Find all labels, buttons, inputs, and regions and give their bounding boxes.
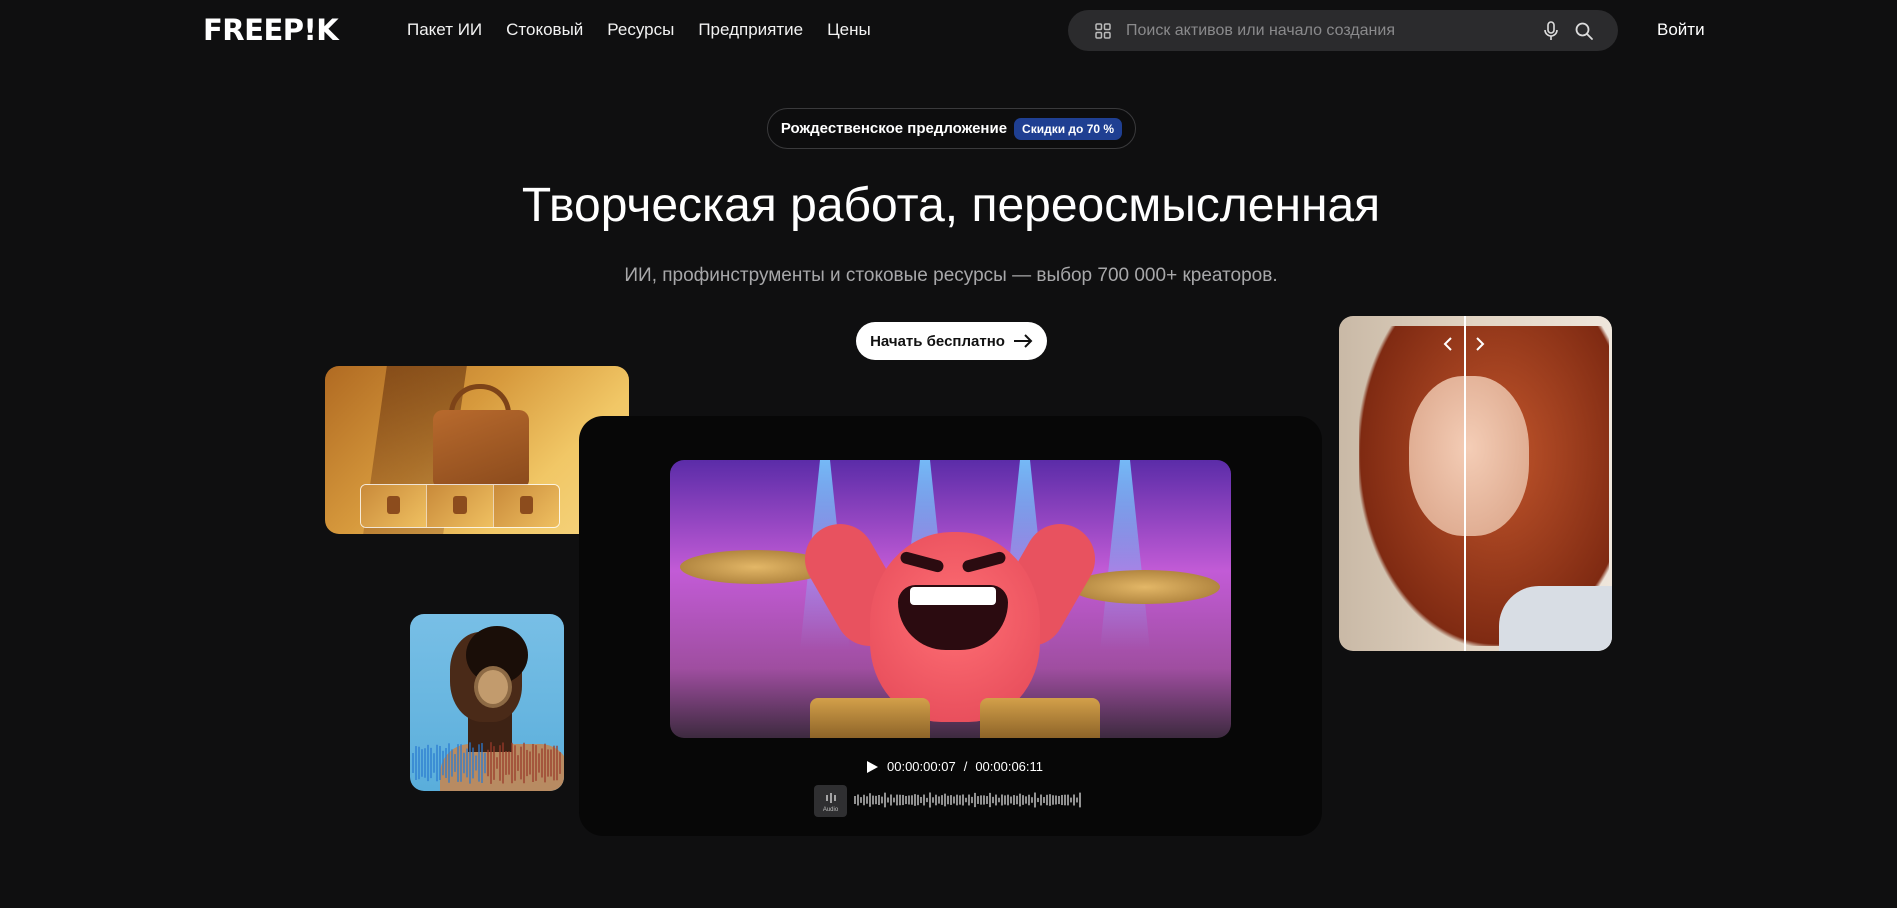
time-separator: /	[963, 759, 968, 774]
thumbnail[interactable]	[493, 485, 559, 527]
player-controls: 00:00:00:07 / 00:00:06:11	[865, 759, 1043, 774]
before-after-card[interactable]	[1339, 316, 1612, 651]
total-time: 00:00:06:11	[975, 759, 1044, 774]
nav-item-ai-suite[interactable]: Пакет ИИ	[407, 19, 482, 41]
thumbnail[interactable]	[361, 485, 428, 527]
grid-icon	[1095, 23, 1111, 39]
monster-teeth	[910, 587, 996, 605]
arrow-right-icon	[1013, 334, 1033, 348]
drum	[810, 698, 930, 738]
compare-slider-handle[interactable]	[1464, 316, 1466, 651]
discount-badge: Скидки до 70 %	[1014, 117, 1123, 140]
main-nav: Пакет ИИ Стоковый Ресурсы Предприятие Це…	[407, 19, 895, 41]
chevron-right-icon[interactable]	[1472, 336, 1488, 352]
stage-light	[1100, 460, 1150, 650]
promo-text: Рождественское предложение	[780, 120, 1008, 137]
nav-item-pricing[interactable]: Цены	[827, 19, 871, 41]
audio-icon	[825, 793, 836, 803]
start-free-label: Начать бесплатно	[870, 332, 1005, 350]
headphones-icon	[474, 666, 512, 708]
bag-image	[433, 410, 529, 488]
audio-label: Audio	[822, 807, 839, 813]
page-subtitle: ИИ, профинструменты и стоковые ресурсы —…	[624, 265, 1278, 286]
face	[1409, 376, 1529, 536]
search-bar[interactable]	[1068, 10, 1618, 51]
play-icon[interactable]	[865, 760, 879, 774]
search-input[interactable]	[1124, 19, 1524, 43]
variation-thumbnails	[360, 484, 560, 528]
audio-track-button[interactable]: Audio	[814, 785, 847, 817]
current-time: 00:00:00:07	[887, 759, 956, 774]
nav-item-resources[interactable]: Ресурсы	[607, 19, 674, 41]
shirt	[1499, 586, 1612, 651]
cymbal	[1070, 570, 1220, 604]
mic-icon[interactable]	[1542, 21, 1560, 41]
thumbnail[interactable]	[427, 485, 494, 527]
audio-image-card	[410, 614, 564, 791]
page-title: Творческая работа, переосмысленная	[521, 179, 1381, 232]
drum	[980, 698, 1100, 738]
login-link[interactable]: Войти	[1657, 19, 1705, 41]
sound-wave	[412, 742, 561, 784]
freepik-logo[interactable]: FREEP!K	[203, 14, 339, 46]
search-icon[interactable]	[1574, 21, 1594, 41]
chevron-left-icon[interactable]	[1440, 336, 1456, 352]
nav-item-enterprise[interactable]: Предприятие	[698, 19, 803, 41]
video-preview[interactable]	[670, 460, 1231, 738]
nav-item-stock[interactable]: Стоковый	[506, 19, 583, 41]
promo-banner[interactable]: Рождественское предложение Скидки до 70 …	[767, 108, 1136, 149]
audio-waveform[interactable]	[853, 791, 1085, 809]
start-free-button[interactable]: Начать бесплатно	[856, 322, 1047, 360]
